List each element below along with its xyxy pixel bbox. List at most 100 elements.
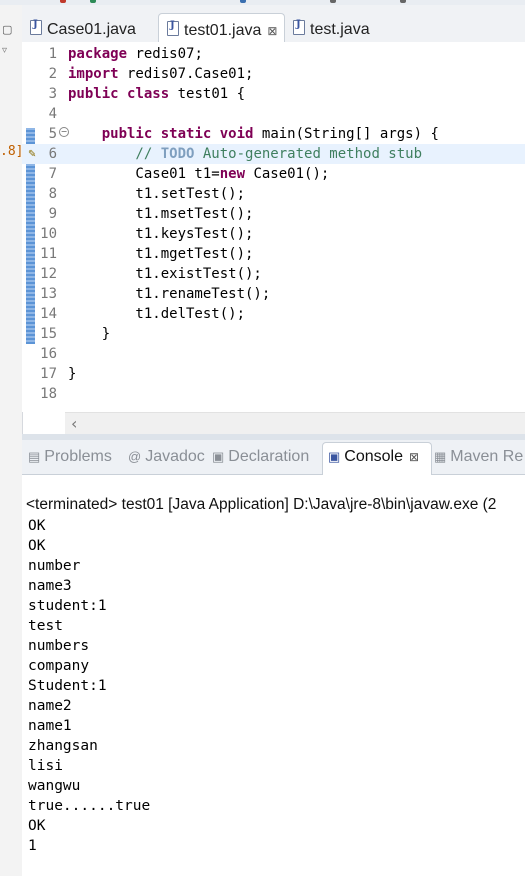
line-number: 18 — [40, 386, 57, 402]
line-number: 17 — [40, 366, 57, 382]
keyword-token: public — [101, 126, 153, 142]
scroll-left-icon[interactable]: ‹ — [71, 414, 77, 433]
code-token: redis07.Case01; — [118, 66, 254, 82]
toolbar-icon[interactable] — [330, 0, 336, 3]
tab-label: Declaration — [228, 448, 310, 465]
console-output-line: name2 — [28, 698, 72, 714]
console-output-line: wangwu — [28, 778, 81, 794]
code-line[interactable]: 16 — [22, 344, 525, 364]
tab-declaration[interactable]: ▣ Declaration — [212, 448, 309, 466]
code-line[interactable]: 15 } — [22, 324, 525, 344]
dropdown-icon[interactable]: ▿ — [2, 45, 7, 56]
code-line[interactable]: 17} — [22, 364, 525, 384]
code-token: t1.keysTest(); — [68, 226, 254, 242]
console-output-line: student:1 — [28, 598, 107, 614]
line-number: 13 — [40, 286, 57, 302]
tab-console[interactable]: ▣ Console ⊠ — [328, 448, 419, 466]
line-number: 8 — [48, 186, 57, 202]
code-line[interactable]: 5− public static void main(String[] args… — [22, 124, 525, 144]
console-output-line: OK — [28, 518, 46, 534]
close-tab-icon[interactable]: ⊠ — [267, 24, 277, 38]
toolbar-icon[interactable] — [90, 0, 96, 3]
code-text: } — [68, 366, 76, 382]
console-output-line: Student:1 — [28, 678, 107, 694]
code-token: t1.delTest(); — [68, 306, 246, 322]
code-token: t1.setTest(); — [68, 186, 246, 202]
code-text: t1.msetTest(); — [68, 206, 253, 222]
code-token: redis07; — [127, 46, 203, 62]
code-token: test01 { — [169, 86, 246, 102]
toolbar-icon[interactable] — [400, 0, 406, 3]
code-text: t1.mgetTest(); — [68, 246, 253, 262]
task-marker-icon[interactable]: ✎ — [28, 149, 36, 160]
code-line[interactable]: 2 import redis07.Case01; — [22, 64, 525, 84]
toolbar-icon[interactable] — [240, 0, 246, 3]
javadoc-icon: @ — [128, 449, 142, 464]
tab-problems[interactable]: ▤ Problems — [28, 448, 112, 466]
console-output-line: zhangsan — [28, 738, 98, 754]
code-token: main(String[] args) { — [253, 126, 439, 142]
line-number: 16 — [40, 346, 57, 362]
code-line[interactable]: 18 — [22, 384, 525, 404]
code-token: } — [68, 326, 111, 342]
code-line[interactable]: 9 t1.msetTest(); — [22, 204, 525, 224]
tab-javadoc[interactable]: @ Javadoc — [128, 448, 205, 466]
tab-maven-repositories[interactable]: ▦ Maven Re — [434, 448, 523, 466]
tab-test-java[interactable]: test.java — [285, 13, 395, 42]
console-output-line: lisi — [28, 758, 63, 774]
code-line[interactable]: 12 t1.existTest(); — [22, 264, 525, 284]
code-text: t1.keysTest(); — [68, 226, 253, 242]
code-line[interactable]: 3 public class test01 { — [22, 84, 525, 104]
line-number: 14 — [40, 306, 57, 322]
code-text: package redis07; — [68, 46, 203, 62]
problems-icon: ▤ — [28, 449, 41, 464]
toolbar-icon[interactable] — [60, 0, 66, 3]
line-number: 11 — [40, 246, 57, 262]
horizontal-scrollbar[interactable]: ‹ — [65, 412, 525, 435]
console-output-line: numbers — [28, 638, 90, 654]
view-tab-bar: ▤ Problems @ Javadoc ▣ Declaration ▣ Console… — [22, 440, 525, 475]
code-line[interactable]: 11 t1.mgetTest(); — [22, 244, 525, 264]
code-text: // TODO Auto-generated method stub — [68, 146, 422, 162]
line-number: 15 — [40, 326, 57, 342]
close-tab-icon[interactable]: ⊠ — [409, 450, 419, 464]
keyword-token: public — [68, 86, 119, 102]
keyword-token: static — [160, 126, 212, 142]
code-token: Case01 t1= — [68, 166, 220, 182]
console-output-line: 1 — [28, 838, 37, 854]
line-number: 5 — [48, 126, 57, 142]
console-output-line: company — [28, 658, 90, 674]
line-number: 9 — [48, 206, 57, 222]
console-output-line: test — [28, 618, 63, 634]
code-line[interactable]: 1 package redis07; — [22, 44, 525, 64]
declaration-icon: ▣ — [212, 449, 225, 464]
console-output-line: true......true — [28, 798, 151, 814]
code-line[interactable]: 10 t1.keysTest(); — [22, 224, 525, 244]
code-text: public class test01 { — [68, 86, 245, 102]
console-view[interactable]: <terminated> test01 [Java Application] D… — [22, 475, 525, 876]
code-token: } — [68, 366, 77, 382]
tab-test01-java[interactable]: test01.java ⊠ — [158, 13, 285, 42]
keyword-token: package — [68, 46, 128, 62]
code-line[interactable]: 13 t1.renameTest(); — [22, 284, 525, 304]
code-token: t1.renameTest(); — [68, 286, 271, 302]
view-icon[interactable]: ▢ — [2, 23, 12, 36]
line-number: 12 — [40, 266, 57, 282]
code-token: t1.mgetTest(); — [68, 246, 254, 262]
code-text: t1.renameTest(); — [68, 286, 270, 302]
console-output-line: OK — [28, 818, 46, 834]
code-text: t1.delTest(); — [68, 306, 245, 322]
code-editor[interactable]: 1 package redis07; 2 import redis07.Case01;… — [22, 42, 525, 412]
code-line[interactable]: 4 — [22, 104, 525, 124]
left-edge-label: .8] — [0, 144, 24, 159]
code-line[interactable]: 6 ✎ // TODO Auto-generated method stub — [22, 144, 525, 164]
code-line[interactable]: 14 t1.delTest(); — [22, 304, 525, 324]
code-line[interactable]: 7 Case01 t1=new Case01(); — [22, 164, 525, 184]
code-text: import redis07.Case01; — [68, 66, 253, 82]
code-text: t1.existTest(); — [68, 266, 261, 282]
code-line[interactable]: 8 t1.setTest(); — [22, 184, 525, 204]
tab-case01-java[interactable]: Case01.java — [22, 13, 152, 42]
